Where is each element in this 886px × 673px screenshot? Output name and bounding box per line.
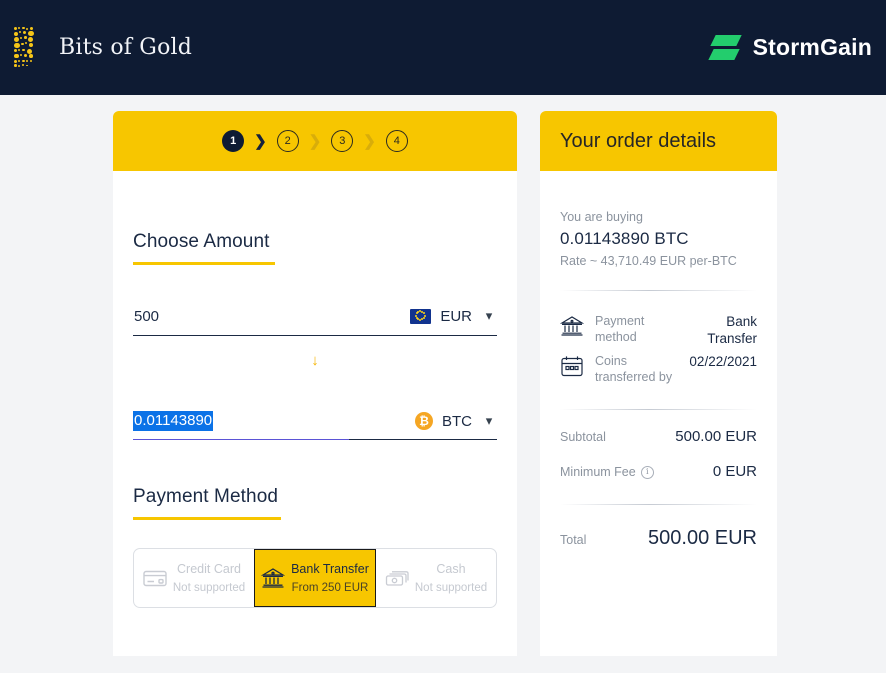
- minimum-fee-text: Minimum Fee: [560, 465, 636, 479]
- checkout-panel: 1 ❯ 2 ❯ 3 ❯ 4 Choose Amount 500 EUR ▾ ↓ …: [113, 111, 517, 656]
- step-separator-chevron-icon: ❯: [308, 132, 322, 150]
- payment-option-credit-card[interactable]: Credit Card Not supported: [134, 549, 254, 607]
- payment-option-sublabel: Not supported: [414, 582, 488, 594]
- order-detail-value-highlighted: 02/22/2021: [689, 353, 757, 370]
- total-value: 500.00 EUR: [648, 527, 757, 549]
- minimum-fee-row: Minimum Fee i 0 EUR: [560, 463, 757, 480]
- divider: [560, 409, 757, 410]
- payment-option-label: Credit Card: [177, 562, 241, 576]
- brand-name-label: Bits of Gold: [59, 35, 193, 60]
- total-label: Total: [560, 533, 587, 547]
- order-detail-value: Bank Transfer: [707, 314, 757, 346]
- total-row: Total 500.00 EUR: [560, 527, 757, 550]
- payment-option-label: Cash: [436, 562, 466, 576]
- order-details-title: Your order details: [560, 129, 717, 152]
- step-indicator: 1 ❯ 2 ❯ 3 ❯ 4: [113, 111, 517, 171]
- title-underline: [133, 517, 281, 520]
- partner-name-label: StormGain: [752, 34, 872, 60]
- top-header-bar: Bits of Gold StormGain: [0, 0, 886, 95]
- subtotal-value: 500.00 EUR: [675, 428, 757, 445]
- bank-icon: [559, 313, 586, 342]
- bank-icon: [261, 567, 286, 589]
- credit-card-icon: [143, 570, 167, 587]
- bitcoin-icon: ₿: [415, 412, 433, 430]
- brand-bits-of-gold[interactable]: Bits of Gold: [13, 26, 192, 70]
- fiat-currency-code: EUR: [440, 307, 472, 325]
- crypto-currency-selector[interactable]: ₿ BTC ▾: [415, 412, 497, 430]
- chevron-down-icon[interactable]: ▾: [481, 308, 497, 324]
- brand-stormgain[interactable]: StormGain: [707, 33, 872, 63]
- order-detail-key: Coins transferred by: [595, 354, 673, 384]
- choose-amount-title: Choose Amount: [133, 231, 270, 252]
- title-underline: [133, 262, 275, 265]
- order-details-header: Your order details: [540, 111, 777, 171]
- step-3[interactable]: 3: [331, 130, 354, 152]
- info-icon[interactable]: i: [640, 465, 654, 479]
- input-underline: [133, 438, 497, 440]
- eu-flag-icon: [410, 308, 432, 324]
- payment-method-title: Payment Method: [133, 486, 279, 507]
- step-separator-chevron-icon: ❯: [254, 132, 267, 150]
- step-separator-chevron-icon: ❯: [363, 132, 376, 150]
- payment-method-options: Credit Card Not supported Bank Transfer …: [133, 548, 497, 608]
- payment-option-sublabel: Not supported: [172, 582, 246, 594]
- crypto-amount-row[interactable]: 0.01143890 ₿ BTC ▾: [133, 402, 497, 440]
- buying-amount-value: 0.01143890 BTC: [560, 229, 689, 248]
- you-are-buying-label: You are buying: [560, 210, 643, 224]
- subtotal-label: Subtotal: [560, 430, 606, 444]
- order-details-panel: Your order details You are buying 0.0114…: [540, 111, 777, 656]
- fiat-amount-row[interactable]: 500 EUR ▾: [133, 297, 497, 336]
- stormgain-bolt-logo-icon: [707, 33, 742, 63]
- arrow-down-icon: ↓: [311, 352, 319, 369]
- divider: [560, 504, 757, 505]
- minimum-fee-label: Minimum Fee i: [560, 465, 654, 479]
- minimum-fee-value: 0 EUR: [712, 463, 757, 480]
- payment-option-sublabel: From 250 EUR: [291, 582, 369, 594]
- chevron-down-icon[interactable]: ▾: [481, 413, 497, 429]
- order-detail-key: Payment method: [595, 314, 645, 344]
- order-detail-row-payment-method: Payment method Bank Transfer: [559, 313, 757, 347]
- step-4[interactable]: 4: [385, 130, 408, 152]
- fiat-currency-selector[interactable]: EUR ▾: [410, 308, 497, 325]
- step-2[interactable]: 2: [276, 130, 299, 152]
- fiat-amount-input[interactable]: 500: [133, 308, 159, 325]
- subtotal-row: Subtotal 500.00 EUR: [560, 428, 757, 445]
- calendar-icon: [560, 353, 586, 383]
- exchange-rate-label: Rate ~ 43,710.49 EUR per-BTC: [560, 254, 737, 268]
- order-detail-row-transfer-date: Coins transferred by 02/22/2021: [560, 353, 757, 385]
- crypto-amount-input[interactable]: 0.01143890: [133, 411, 214, 431]
- highlighted-date-text: 02/22/2021: [689, 354, 757, 369]
- payment-option-label: Bank Transfer: [291, 562, 369, 576]
- step-1[interactable]: 1: [222, 130, 245, 152]
- payment-option-cash[interactable]: Cash Not supported: [376, 549, 496, 607]
- divider: [560, 290, 757, 291]
- bits-of-gold-dots-logo-icon: [13, 26, 45, 70]
- banknotes-icon: [385, 569, 409, 588]
- crypto-currency-code: BTC: [442, 412, 472, 430]
- payment-option-bank-transfer[interactable]: Bank Transfer From 250 EUR: [254, 549, 376, 607]
